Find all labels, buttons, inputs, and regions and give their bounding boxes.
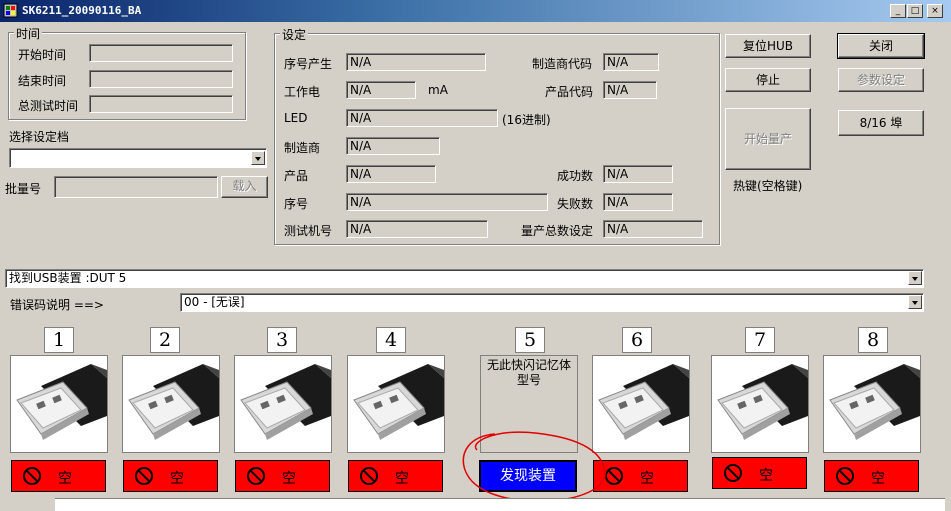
params-button[interactable]: 参数设定 — [838, 68, 924, 92]
ports-button[interactable]: 8/16 埠 — [838, 110, 924, 136]
usb-found-select[interactable]: 找到USB装置 :DUT 5 — [5, 269, 924, 288]
vendor-code-label: 制造商代码 — [532, 57, 593, 71]
slot-status-text: 空 — [640, 471, 654, 487]
time-group-title: 时间 — [14, 25, 43, 42]
slot-status-text: 空 — [871, 471, 885, 487]
prohibited-icon — [22, 466, 42, 486]
slot-status-empty: 空 — [123, 460, 218, 492]
start-production-button[interactable]: 开始量产 — [725, 108, 811, 170]
prohibited-icon — [835, 466, 855, 486]
led-label: LED — [284, 111, 308, 125]
slot-number: 6 — [622, 327, 652, 353]
load-button[interactable]: 载入 — [221, 176, 268, 198]
title-bar[interactable]: SK6211_20090116_BA _ □ × — [0, 0, 951, 22]
minimize-button[interactable]: _ — [890, 4, 906, 18]
hotkey-label: 热键(空格键) — [733, 179, 803, 193]
batch-label: 批量号 — [5, 182, 42, 196]
stop-button[interactable]: 停止 — [725, 68, 811, 92]
usb-drive-image — [711, 355, 809, 453]
total-set-label: 量产总数设定 — [521, 224, 594, 238]
maximize-button[interactable]: □ — [907, 4, 923, 18]
start-time-field — [89, 44, 233, 62]
prohibited-icon — [134, 466, 154, 486]
usb-drive-image — [234, 355, 332, 453]
led-field: N/A — [346, 109, 498, 127]
usb-drive-image — [347, 355, 445, 453]
product-code-field: N/A — [603, 81, 657, 99]
chevron-down-icon[interactable] — [908, 271, 922, 285]
serial-label: 序号 — [284, 197, 309, 211]
machine-label: 测试机号 — [284, 224, 333, 238]
product-code-label: 产品代码 — [545, 85, 594, 99]
slot-status-empty: 空 — [348, 460, 443, 492]
success-label: 成功数 — [557, 169, 594, 183]
slot-status-text: 空 — [282, 471, 296, 487]
error-label: 错误码说明 ==> — [10, 298, 104, 312]
usb-drive-image — [122, 355, 220, 453]
start-time-label: 开始时间 — [18, 48, 67, 62]
total-time-label: 总测试时间 — [18, 99, 79, 113]
profile-label: 选择设定档 — [9, 130, 70, 144]
settings-group-title: 设定 — [280, 26, 309, 43]
fail-field: N/A — [603, 193, 673, 211]
annotation-circle — [462, 431, 606, 502]
slot-status-text: 空 — [58, 471, 72, 487]
profile-select[interactable] — [9, 148, 267, 168]
end-time-label: 结束时间 — [18, 74, 67, 88]
slot-status-text: 空 — [170, 471, 184, 487]
slot-status-empty: 空 — [712, 457, 807, 489]
background-window-strip — [55, 498, 945, 511]
slot-number: 7 — [745, 327, 775, 353]
current-unit: mA — [428, 83, 448, 97]
slot-number: 3 — [267, 327, 297, 353]
prohibited-icon — [246, 466, 266, 486]
machine-field: N/A — [346, 220, 488, 238]
product-label: 产品 — [284, 169, 309, 183]
fail-label: 失败数 — [557, 197, 594, 211]
chevron-down-icon[interactable] — [908, 295, 922, 309]
app-icon — [3, 3, 18, 18]
current-label: 工作电 — [284, 85, 321, 99]
serial-field: N/A — [346, 193, 548, 211]
error-select[interactable]: 00 - [无误] — [180, 293, 924, 312]
window-title: SK6211_20090116_BA — [22, 4, 142, 17]
total-set-field: N/A — [603, 220, 703, 238]
vendor-field: N/A — [346, 137, 440, 155]
slot-status-text: 空 — [395, 471, 409, 487]
end-time-field — [89, 70, 233, 88]
reset-hub-button[interactable]: 复位HUB — [725, 34, 811, 58]
slot-number: 2 — [150, 327, 180, 353]
error-value: 00 - [无误] — [184, 295, 245, 309]
slot-status-empty: 空 — [824, 460, 919, 492]
serial-gen-label: 序号产生 — [284, 57, 333, 71]
batch-field — [54, 176, 218, 198]
close-window-button[interactable]: × — [927, 4, 943, 18]
usb-drive-image — [10, 355, 108, 453]
success-field: N/A — [603, 165, 673, 183]
product-field: N/A — [346, 165, 436, 183]
usb-drive-image — [823, 355, 921, 453]
slot-number: 8 — [858, 327, 888, 353]
chevron-down-icon[interactable] — [251, 151, 265, 165]
serial-gen-field: N/A — [346, 53, 486, 71]
slot-number: 5 — [515, 327, 545, 353]
vendor-code-field: N/A — [603, 53, 659, 71]
led-unit: (16进制) — [502, 113, 551, 127]
prohibited-icon — [723, 463, 743, 483]
slot-number: 4 — [376, 327, 406, 353]
prohibited-icon — [359, 466, 379, 486]
slot-message: 无此快闪记忆体型号 — [486, 358, 571, 387]
total-time-field — [89, 95, 233, 113]
slot-status-empty: 空 — [235, 460, 330, 492]
slot-status-text: 空 — [759, 468, 773, 484]
usb-found-value: 找到USB装置 :DUT 5 — [9, 271, 127, 285]
current-field: N/A — [346, 81, 416, 99]
slot-number: 1 — [44, 327, 74, 353]
close-button[interactable]: 关闭 — [837, 33, 925, 59]
vendor-label: 制造商 — [284, 141, 321, 155]
slot-status-empty: 空 — [11, 460, 106, 492]
